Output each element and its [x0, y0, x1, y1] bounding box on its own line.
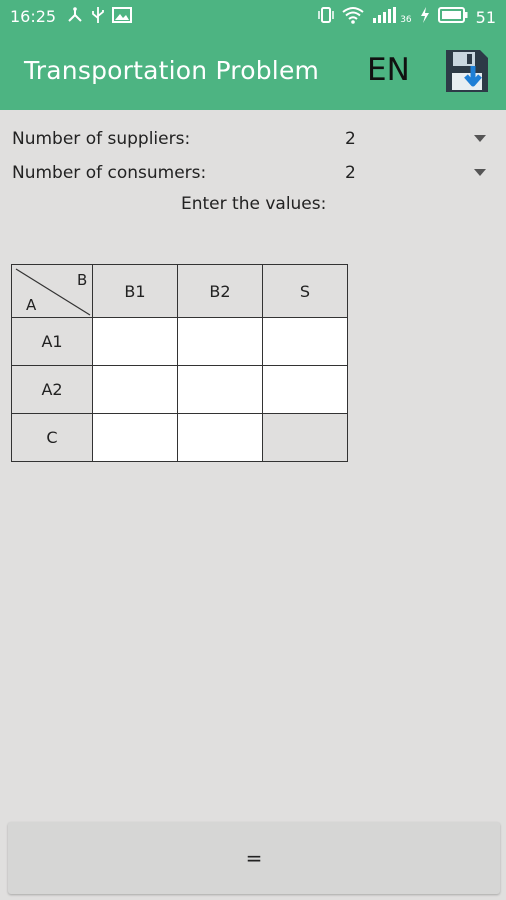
vibrate-icon [318, 6, 334, 28]
status-time: 16:25 [10, 7, 57, 26]
battery-level: 51 [475, 7, 496, 27]
usb-icon [91, 6, 105, 28]
cost-cell[interactable] [92, 365, 178, 414]
column-header: B1 [92, 264, 178, 318]
column-header: B2 [177, 264, 263, 318]
table-corner: B A [11, 264, 93, 318]
wifi-icon [342, 6, 364, 28]
demand-cell[interactable] [177, 413, 263, 462]
consumers-label: Number of consumers: [12, 163, 207, 183]
supply-cell[interactable] [262, 365, 348, 414]
floppy-disk-icon [446, 50, 488, 92]
demand-input[interactable] [178, 415, 262, 460]
row-header: A2 [11, 365, 93, 414]
chevron-down-icon[interactable] [474, 135, 486, 142]
consumers-row: Number of consumers: 2 [12, 163, 492, 187]
suppliers-label: Number of suppliers: [12, 129, 191, 149]
cost-input[interactable] [178, 319, 262, 364]
cost-cell[interactable] [177, 317, 263, 366]
consumers-select[interactable]: 2 [345, 163, 356, 183]
demand-cell[interactable] [92, 413, 178, 462]
supply-input[interactable] [263, 319, 347, 364]
status-bar: 16:25 36 51 [0, 0, 506, 34]
cost-table: B A B1 B2 S A1 A2 C [11, 264, 348, 462]
app-bar: Transportation Problem EN [0, 34, 506, 110]
app-title: Transportation Problem [24, 56, 320, 85]
top-bar: 16:25 36 51 Transportation Problem EN [0, 0, 506, 110]
cost-cell[interactable] [92, 317, 178, 366]
demand-input[interactable] [93, 415, 177, 460]
cost-input[interactable] [178, 367, 262, 412]
language-button[interactable]: EN [367, 52, 410, 88]
supply-input[interactable] [263, 367, 347, 412]
suppliers-select[interactable]: 2 [345, 129, 356, 149]
cost-input[interactable] [93, 319, 177, 364]
signal-icon [372, 7, 398, 27]
supply-cell[interactable] [262, 317, 348, 366]
image-icon [112, 7, 132, 27]
compute-button[interactable]: = [8, 822, 500, 894]
empty-cell [262, 413, 348, 462]
enter-values-label: Enter the values: [181, 194, 327, 214]
share-icon [66, 7, 84, 27]
corner-label-consumers: B [77, 271, 88, 289]
column-header: S [262, 264, 348, 318]
charging-icon [420, 7, 430, 27]
corner-label-suppliers: A [26, 296, 37, 314]
row-header: C [11, 413, 93, 462]
network-type-label: 36 [400, 15, 412, 25]
battery-icon [437, 7, 468, 27]
save-button[interactable] [444, 48, 490, 94]
cost-input[interactable] [93, 367, 177, 412]
chevron-down-icon[interactable] [474, 169, 486, 176]
suppliers-row: Number of suppliers: 2 [12, 129, 492, 153]
row-header: A1 [11, 317, 93, 366]
cost-cell[interactable] [177, 365, 263, 414]
